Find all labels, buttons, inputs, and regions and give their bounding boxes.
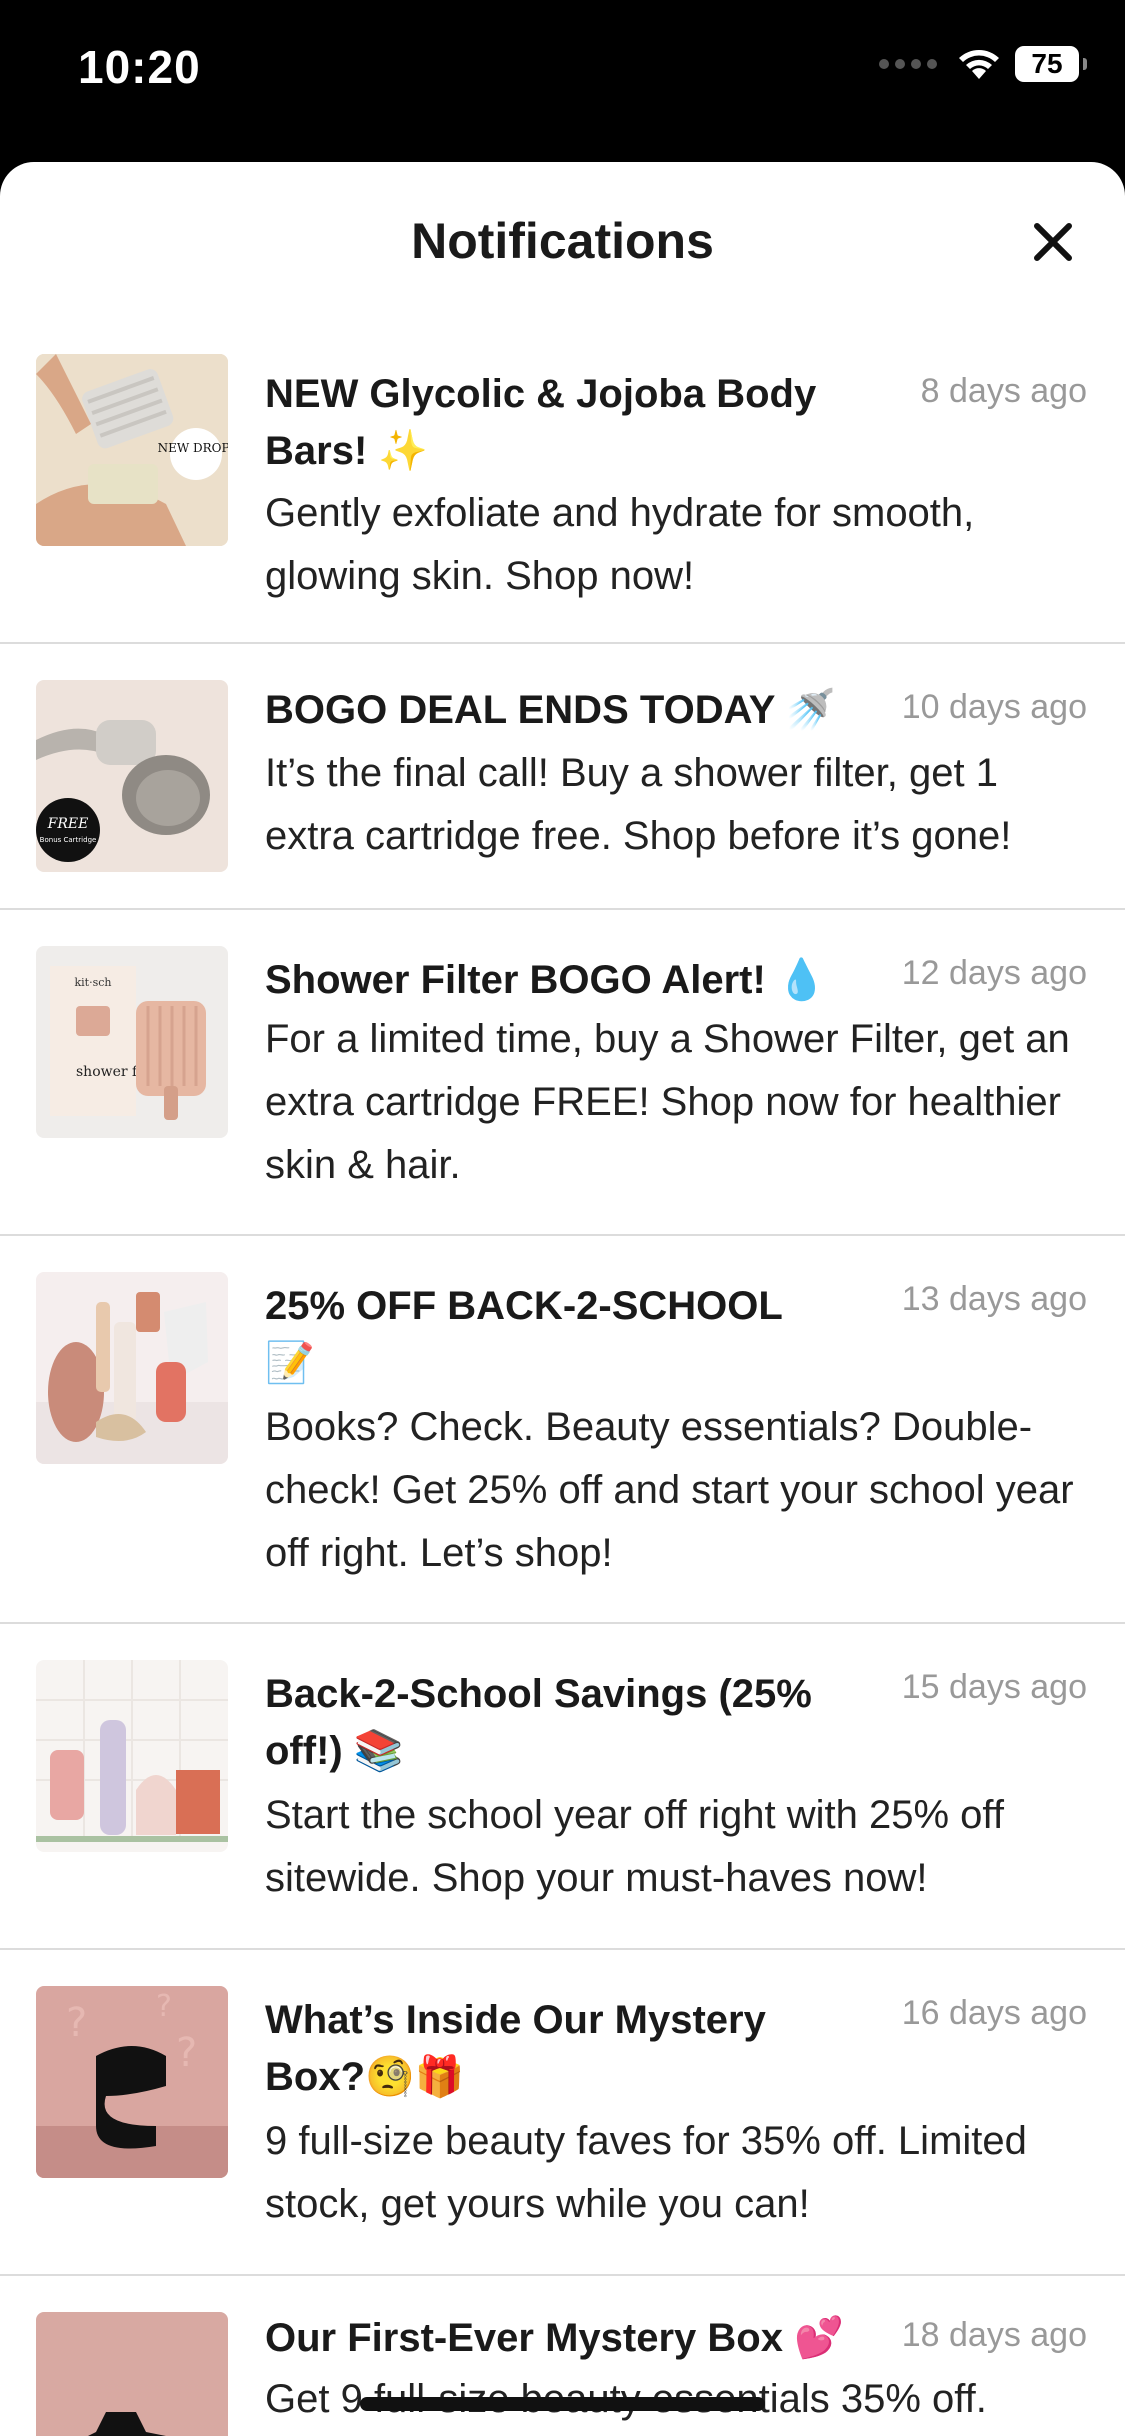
notification-item[interactable]: Back-2-School Savings (25% off!) 📚 15 da… xyxy=(0,1624,1125,1950)
status-icons: 75 xyxy=(879,46,1087,82)
status-time: 10:20 xyxy=(78,41,201,93)
notification-image: NEW DROP! xyxy=(36,354,228,546)
notification-title: 25% OFF BACK-2-SCHOOL 📝 xyxy=(265,1284,783,1385)
notification-body: Start the school year off right with 25%… xyxy=(265,1793,1004,1900)
notification-title: BOGO DEAL ENDS TODAY 🚿 xyxy=(265,688,836,732)
notification-image: kit·sch shower filter. xyxy=(36,946,228,1138)
svg-text:?: ? xyxy=(176,2030,197,2076)
notification-image: ? ? ? xyxy=(36,1986,228,2178)
notification-timestamp: 8 days ago xyxy=(920,372,1087,410)
notification-body: For a limited time, buy a Shower Filter,… xyxy=(265,1017,1070,1187)
notification-title: Back-2-School Savings (25% off!) 📚 xyxy=(265,1672,812,1773)
cellular-signal-icon xyxy=(879,59,937,69)
wifi-icon xyxy=(959,50,999,79)
svg-text:?: ? xyxy=(156,1989,172,2024)
notification-timestamp: 18 days ago xyxy=(901,2316,1087,2354)
sheet-header: Notifications xyxy=(0,162,1125,322)
notification-timestamp: 15 days ago xyxy=(901,1668,1087,1706)
notification-item[interactable]: ? ? ? What’s Inside Our Mystery Box?🧐🎁 1… xyxy=(0,1950,1125,2276)
notification-title: What’s Inside Our Mystery Box?🧐🎁 xyxy=(265,1998,766,2099)
notification-body: 9 full-size beauty faves for 35% off. Li… xyxy=(265,2119,1027,2226)
notification-item[interactable]: 25% OFF BACK-2-SCHOOL 📝 13 days ago Book… xyxy=(0,1236,1125,1624)
home-indicator[interactable] xyxy=(360,2397,765,2411)
svg-text:FREE: FREE xyxy=(47,816,89,832)
svg-text:Bonus Cartridge: Bonus Cartridge xyxy=(40,836,97,844)
notification-title: Our First-Ever Mystery Box 💕 xyxy=(265,2316,844,2360)
battery-indicator: 75 xyxy=(1015,46,1087,82)
notification-item[interactable]: FREE Bonus Cartridge BOGO DEAL ENDS TODA… xyxy=(0,644,1125,910)
notification-item[interactable]: Our First-Ever Mystery Box 💕 18 days ago… xyxy=(0,2276,1125,2436)
notification-title: Shower Filter BOGO Alert! 💧 xyxy=(265,958,827,1002)
notification-image xyxy=(36,2312,228,2436)
notification-title: NEW Glycolic & Jojoba Body Bars! ✨ xyxy=(265,372,817,473)
notification-body: Gently exfoliate and hydrate for smooth,… xyxy=(265,491,975,598)
page-title: Notifications xyxy=(411,213,714,269)
notification-body: Books? Check. Beauty essentials? Double-… xyxy=(265,1405,1074,1575)
svg-text:NEW DROP!: NEW DROP! xyxy=(158,441,228,455)
svg-text:?: ? xyxy=(66,2000,87,2046)
notification-image xyxy=(36,1272,228,1464)
close-button[interactable] xyxy=(1025,214,1081,270)
notifications-sheet: Notifications NEW DROP! NEW Glycolic & J… xyxy=(0,162,1125,2436)
notification-timestamp: 13 days ago xyxy=(901,1280,1087,1318)
notification-timestamp: 12 days ago xyxy=(901,954,1087,992)
notification-timestamp: 16 days ago xyxy=(901,1994,1087,2032)
notification-item[interactable]: kit·sch shower filter. Shower Filter BOG… xyxy=(0,910,1125,1236)
notification-image xyxy=(36,1660,228,1852)
notification-body: It’s the final call! Buy a shower filter… xyxy=(265,751,1012,858)
close-icon xyxy=(1034,223,1072,261)
notification-item[interactable]: NEW DROP! NEW Glycolic & Jojoba Body Bar… xyxy=(0,322,1125,644)
notification-timestamp: 10 days ago xyxy=(901,688,1087,726)
notification-image: FREE Bonus Cartridge xyxy=(36,680,228,872)
svg-text:kit·sch: kit·sch xyxy=(75,976,112,989)
status-bar: 10:20 75 xyxy=(0,0,1125,160)
